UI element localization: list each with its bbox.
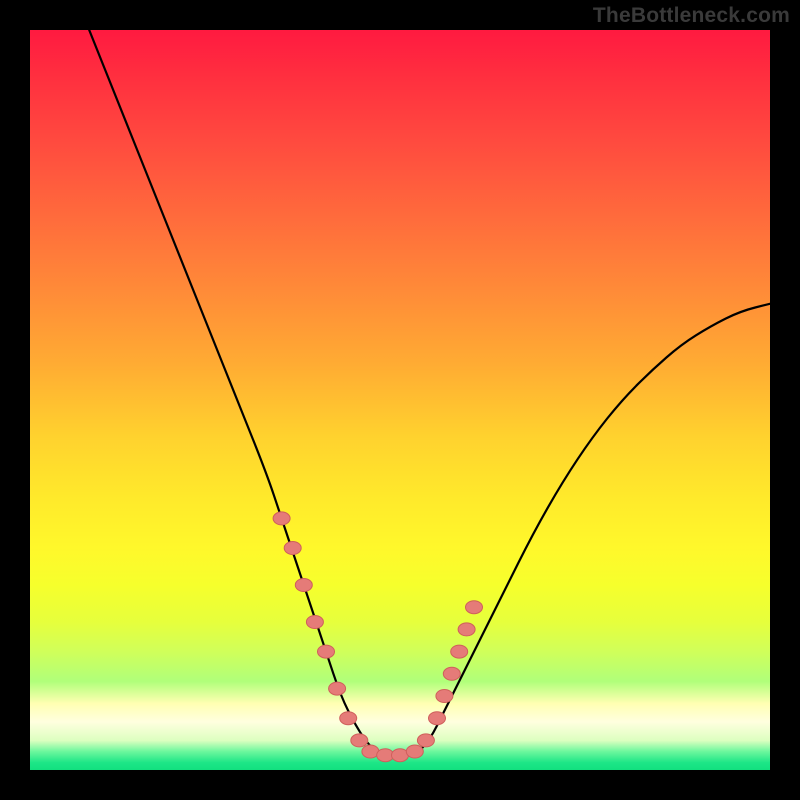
curve-marker — [458, 623, 475, 636]
curve-marker — [295, 579, 312, 592]
curve-marker — [429, 712, 446, 725]
bottleneck-curve — [89, 30, 770, 755]
curve-marker — [318, 645, 335, 658]
plot-area — [30, 30, 770, 770]
curve-marker — [417, 734, 434, 747]
curve-marker — [406, 745, 423, 758]
curve-marker — [306, 616, 323, 629]
curve-marker — [273, 512, 290, 525]
watermark-text: TheBottleneck.com — [593, 4, 790, 28]
curve-marker — [466, 601, 483, 614]
curve-marker — [284, 542, 301, 555]
curve-marker — [436, 690, 453, 703]
curve-marker — [340, 712, 357, 725]
chart-frame: TheBottleneck.com — [0, 0, 800, 800]
curve-marker — [329, 682, 346, 695]
curve-marker — [351, 734, 368, 747]
curve-marker-group — [273, 512, 482, 762]
curve-marker — [443, 667, 460, 680]
curve-marker — [451, 645, 468, 658]
curve-layer — [30, 30, 770, 770]
